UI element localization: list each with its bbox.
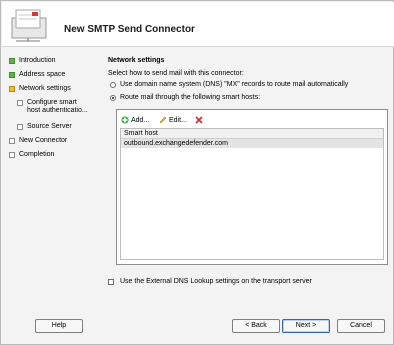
step-label: Network settings — [19, 85, 71, 92]
external-dns-label: Use the External DNS Lookup settings on … — [120, 278, 312, 285]
network-settings-panel: Network settings Select how to send mail… — [108, 57, 388, 107]
step-label: Introduction — [19, 57, 56, 64]
step-introduction: Introduction — [9, 57, 103, 67]
step-completion: Completion — [9, 151, 103, 161]
smart-host-label: Route mail through the following smart h… — [120, 94, 261, 101]
step-label-line2: host authenticatio... — [27, 107, 88, 114]
step-label: Source Server — [27, 123, 72, 130]
step-pending-icon — [9, 138, 15, 144]
edit-label: Edit... — [169, 116, 187, 124]
section-description: Select how to send mail with this connec… — [108, 70, 244, 77]
smart-host-radio[interactable] — [110, 95, 116, 101]
send-connector-icon — [11, 9, 47, 42]
step-new-connector: New Connector — [9, 137, 103, 147]
edit-button[interactable]: Edit... — [159, 114, 187, 126]
smart-hosts-list[interactable]: Smart host outbound.exchangedefender.com — [120, 128, 384, 260]
dns-mx-label: Use domain name system (DNS) "MX" record… — [120, 81, 349, 88]
step-address-space: Address space — [9, 71, 103, 81]
smart-hosts-toolbar: Add... Edit... — [121, 114, 383, 126]
step-label: Address space — [19, 71, 66, 78]
step-source-server: Source Server — [9, 123, 103, 133]
column-header-smart-host[interactable]: Smart host — [121, 129, 383, 139]
step-configure-smart-host-auth: Configure smart host authenticatio... — [9, 99, 103, 119]
section-title: Network settings — [108, 57, 165, 64]
add-label: Add... — [131, 116, 150, 124]
step-label-line1: Configure smart — [27, 99, 77, 106]
step-label: New Connector — [19, 137, 68, 144]
wizard-header: New SMTP Send Connector — [2, 2, 394, 47]
smart-hosts-panel: Add... Edit... Smart host outbound.excha… — [116, 109, 388, 265]
external-dns-option[interactable]: Use the External DNS Lookup settings on … — [108, 278, 388, 288]
wizard-steps: Introduction Address space Network setti… — [9, 57, 103, 165]
add-button[interactable]: Add... — [121, 114, 149, 126]
step-network-settings: Network settings — [9, 85, 103, 95]
help-button[interactable]: Help — [35, 319, 83, 333]
step-pending-icon — [17, 124, 23, 130]
step-current-icon — [9, 86, 15, 92]
external-dns-checkbox[interactable] — [108, 279, 114, 285]
wizard-title: New SMTP Send Connector — [64, 24, 195, 35]
remove-button[interactable] — [195, 114, 205, 126]
step-label: Completion — [19, 151, 55, 158]
step-complete-icon — [9, 58, 15, 64]
step-pending-icon — [9, 152, 15, 158]
next-button[interactable]: Next > — [282, 319, 330, 333]
red-x-icon — [195, 116, 203, 124]
add-icon — [121, 116, 129, 124]
pencil-icon — [159, 116, 167, 124]
cancel-button[interactable]: Cancel — [337, 319, 385, 333]
dns-mx-radio[interactable] — [110, 82, 116, 88]
back-button[interactable]: < Back — [232, 319, 280, 333]
smart-host-option[interactable]: Route mail through the following smart h… — [108, 94, 388, 104]
list-item[interactable]: outbound.exchangedefender.com — [121, 139, 383, 148]
step-complete-icon — [9, 72, 15, 78]
wizard-dialog: New SMTP Send Connector Introduction Add… — [0, 0, 394, 345]
step-pending-icon — [17, 100, 23, 106]
dns-mx-option[interactable]: Use domain name system (DNS) "MX" record… — [108, 81, 388, 91]
